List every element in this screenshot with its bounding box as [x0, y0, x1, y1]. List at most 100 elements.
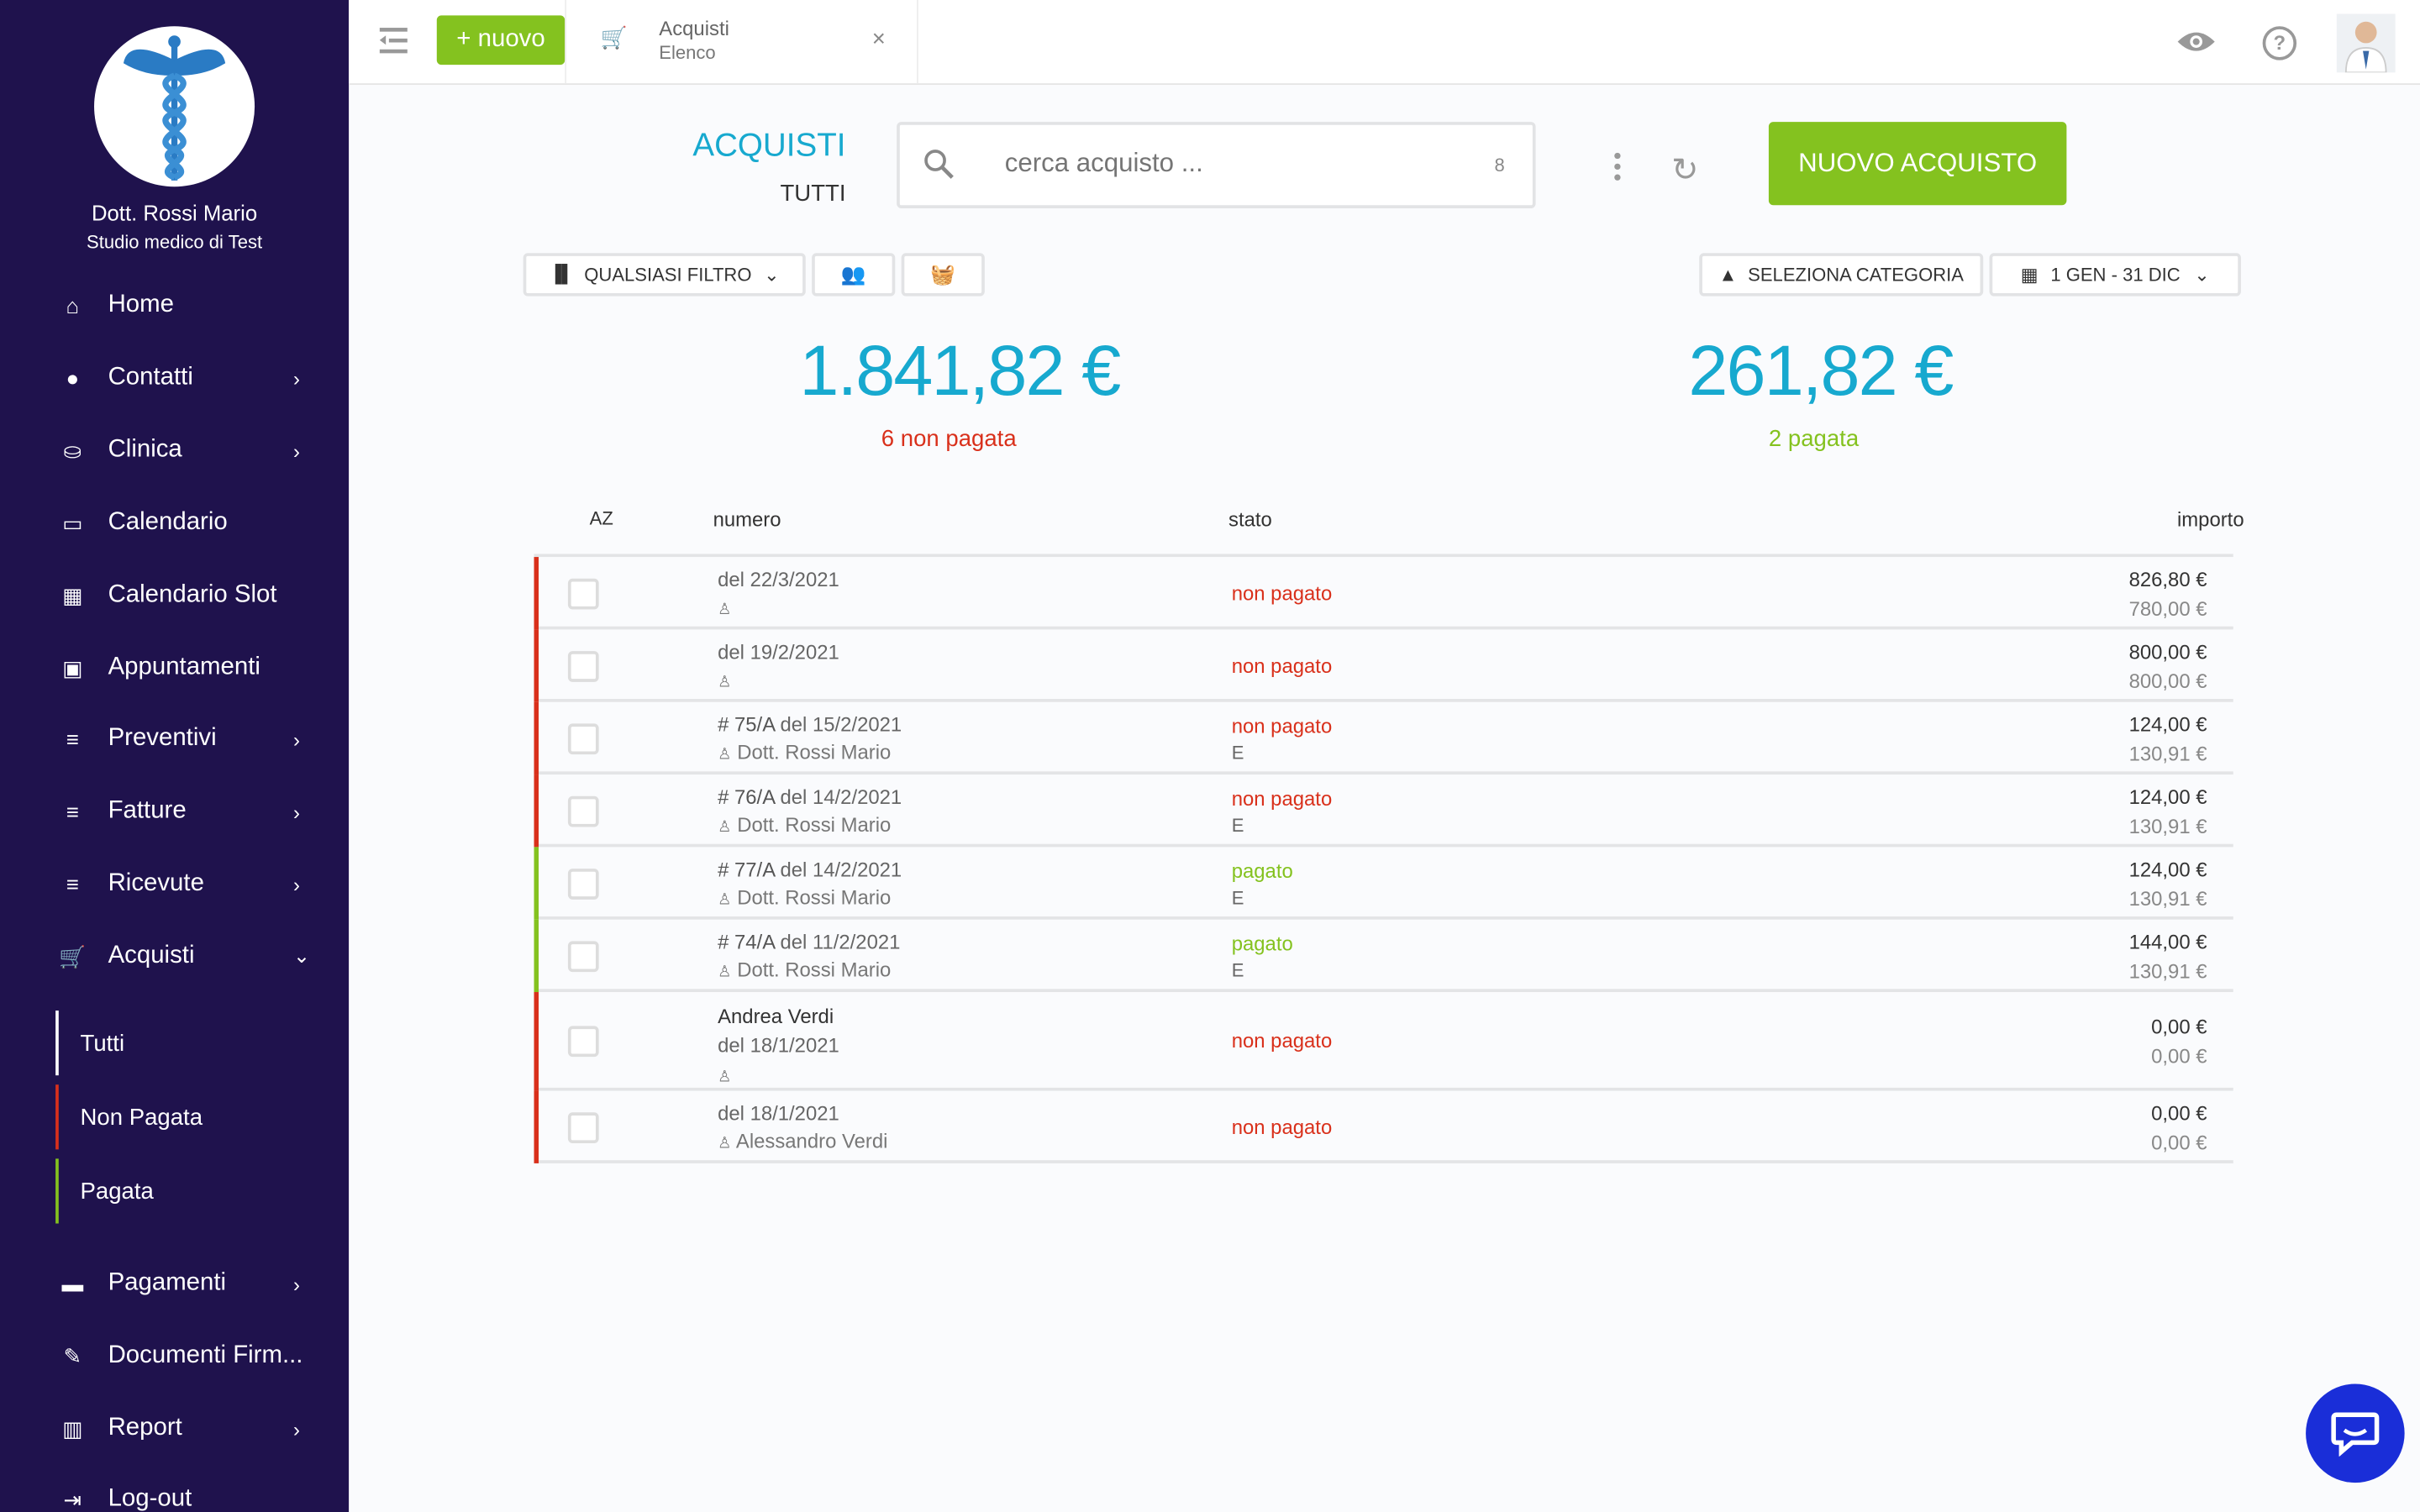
sidebar-item-acquisti[interactable]: 🛒 Acquisti ⌄ [0, 926, 349, 987]
sidebar-item-calendario[interactable]: ▭ Calendario [0, 492, 349, 554]
row-name: Andrea Verdi [718, 1005, 834, 1028]
row-status: non pagato [1232, 787, 1333, 811]
sidebar-item-ricevute[interactable]: ≡ Ricevute › [0, 853, 349, 915]
new-purchase-button[interactable]: NUOVO ACQUISTO [1769, 122, 2066, 205]
sidebar-item-contatti[interactable]: ● Contatti › [0, 347, 349, 408]
doctor-name: Dott. Rossi Mario [0, 201, 349, 225]
table-row[interactable]: del 19/2/2021♙ non pagato 800,00 € 800,0… [534, 629, 2233, 701]
table-row[interactable]: del 22/3/2021♙ non pagato 826,80 € 780,0… [534, 557, 2233, 629]
row-amount-secondary: 130,91 € [2129, 814, 2207, 837]
row-checkbox[interactable] [568, 940, 599, 971]
table-row[interactable]: # 76/A del 14/2/2021♙ Dott. Rossi Mario … [534, 774, 2233, 847]
table-row[interactable]: # 77/A del 14/2/2021♙ Dott. Rossi Mario … [534, 847, 2233, 919]
row-e: E [1232, 815, 1244, 837]
row-amount-secondary: 800,00 € [2129, 669, 2207, 692]
person-icon: ♙ [718, 674, 731, 690]
close-tab-icon[interactable]: × [872, 26, 886, 52]
people-filter-button[interactable]: 👥 [812, 253, 895, 296]
sidebar-item-pagamenti[interactable]: ▬ Pagamenti › [0, 1252, 349, 1314]
table-row[interactable]: # 75/A del 15/2/2021♙ Dott. Rossi Mario … [534, 702, 2233, 774]
bar-chart-icon: ▐▌ [550, 265, 574, 284]
col-header-numero[interactable]: numero [713, 507, 781, 531]
col-header-importo[interactable]: importo [2177, 507, 2244, 531]
more-options-icon[interactable] [1614, 153, 1620, 181]
row-checkbox[interactable] [568, 723, 599, 754]
tab-subtitle: Elenco [659, 42, 715, 64]
search-box[interactable]: 8 [897, 122, 1535, 208]
page-subtitle: TUTTI [780, 181, 845, 207]
chevron-right-icon: › [293, 873, 300, 896]
playlist-check-icon: ≡ [57, 872, 88, 896]
date-range-dropdown[interactable]: ▦1 GEN - 31 DIC⌄ [1990, 253, 2241, 296]
row-status: non pagato [1232, 1115, 1333, 1138]
user-avatar[interactable] [2337, 14, 2396, 73]
chevron-right-icon: › [293, 800, 300, 823]
row-checkbox[interactable] [568, 795, 599, 827]
chat-button[interactable] [2306, 1384, 2405, 1483]
sidebar-item-report[interactable]: ▥ Report › [0, 1398, 349, 1459]
sidebar-subitem[interactable]: Pagata [55, 1158, 318, 1223]
row-status: pagato [1232, 932, 1293, 955]
chart-icon: ▥ [57, 1415, 88, 1441]
row-checkbox[interactable] [568, 578, 599, 609]
sidebar-item-log-out[interactable]: ⇥ Log-out [0, 1469, 349, 1512]
row-number: # 75/A [718, 713, 775, 737]
sidebar-item-calendario-slot[interactable]: ▦ Calendario Slot [0, 564, 349, 626]
sidebar-item-clinica[interactable]: ⛀ Clinica › [0, 420, 349, 481]
sidebar-item-preventivi[interactable]: ≡ Preventivi › [0, 708, 349, 769]
signature-icon: ✎ [57, 1343, 88, 1369]
table-row[interactable]: Andrea Verdidel 18/1/2021♙ non pagato 0,… [534, 992, 2233, 1091]
search-input[interactable] [1002, 146, 1455, 180]
status-bar [534, 774, 539, 847]
eye-icon[interactable] [2176, 28, 2217, 63]
sidebar-item-label: Ricevute [108, 870, 204, 898]
row-checkbox[interactable] [568, 868, 599, 899]
sidebar-subitem[interactable]: Non Pagata [55, 1084, 318, 1149]
sidebar-item-appuntamenti[interactable]: ▣ Appuntamenti [0, 638, 349, 699]
refresh-icon[interactable]: ↻ [1671, 151, 1698, 190]
table-row[interactable]: del 18/1/2021♙ Alessandro Verdi non paga… [534, 1091, 2233, 1163]
people-icon: 👥 [841, 262, 866, 286]
collapse-menu-icon[interactable] [376, 24, 408, 55]
playlist-check-icon: ≡ [57, 799, 88, 823]
search-count: 8 [1495, 155, 1505, 176]
sidebar-subitem[interactable]: Tutti [55, 1011, 318, 1075]
row-checkbox[interactable] [568, 1111, 599, 1142]
sort-az-icon[interactable]: AZ [590, 507, 613, 529]
col-header-stato[interactable]: stato [1228, 507, 1272, 531]
sidebar-item-label: Acquisti [108, 942, 195, 970]
person-icon: ♙ [718, 601, 731, 617]
person-icon: ● [57, 365, 88, 390]
sidebar-item-label: Documenti Firm... [108, 1342, 303, 1370]
row-date: del 18/1/2021 [718, 1034, 839, 1058]
table-row[interactable]: # 74/A del 11/2/2021♙ Dott. Rossi Mario … [534, 920, 2233, 992]
tab-title: Acquisti [659, 17, 729, 40]
any-filter-dropdown[interactable]: ▐▌QUALSIASI FILTRO⌄ [523, 253, 806, 296]
row-info: # 77/A del 14/2/2021♙ Dott. Rossi Mario [718, 856, 902, 913]
row-checkbox[interactable] [568, 650, 599, 681]
row-checkbox[interactable] [568, 1026, 599, 1057]
unpaid-count[interactable]: 6 non pagata [881, 426, 1017, 452]
new-button[interactable]: + nuovo [437, 15, 565, 65]
chevron-right-icon: › [293, 1417, 300, 1441]
row-amount: 800,00 € [2129, 639, 2207, 663]
row-amount-secondary: 130,91 € [2129, 886, 2207, 910]
row-amount: 124,00 € [2129, 785, 2207, 808]
basket-filter-button[interactable]: 🧺 [902, 253, 985, 296]
category-dropdown[interactable]: ▲SELEZIONA CATEGORIA [1699, 253, 1983, 296]
sidebar-item-documenti-firm-[interactable]: ✎ Documenti Firm... [0, 1326, 349, 1387]
paid-count[interactable]: 2 pagata [1769, 426, 1859, 452]
row-status: non pagato [1232, 714, 1333, 738]
person-icon: ♙ [718, 746, 731, 763]
row-date: del 14/2/2021 [780, 785, 902, 809]
sidebar-item-label: Calendario [108, 509, 228, 537]
row-person: Dott. Rossi Mario [737, 958, 891, 981]
date-range-label: 1 GEN - 31 DIC [2050, 264, 2180, 286]
tab-acquisti[interactable]: 🛒 Acquisti Elenco × [565, 0, 918, 83]
sidebar-item-fatture[interactable]: ≡ Fatture › [0, 780, 349, 842]
any-filter-label: QUALSIASI FILTRO [584, 264, 751, 286]
help-icon[interactable]: ? [2263, 26, 2296, 60]
row-info: del 18/1/2021♙ Alessandro Verdi [718, 1100, 887, 1158]
studio-name: Studio medico di Test [0, 232, 349, 254]
sidebar-item-home[interactable]: ⌂ Home [0, 275, 349, 336]
